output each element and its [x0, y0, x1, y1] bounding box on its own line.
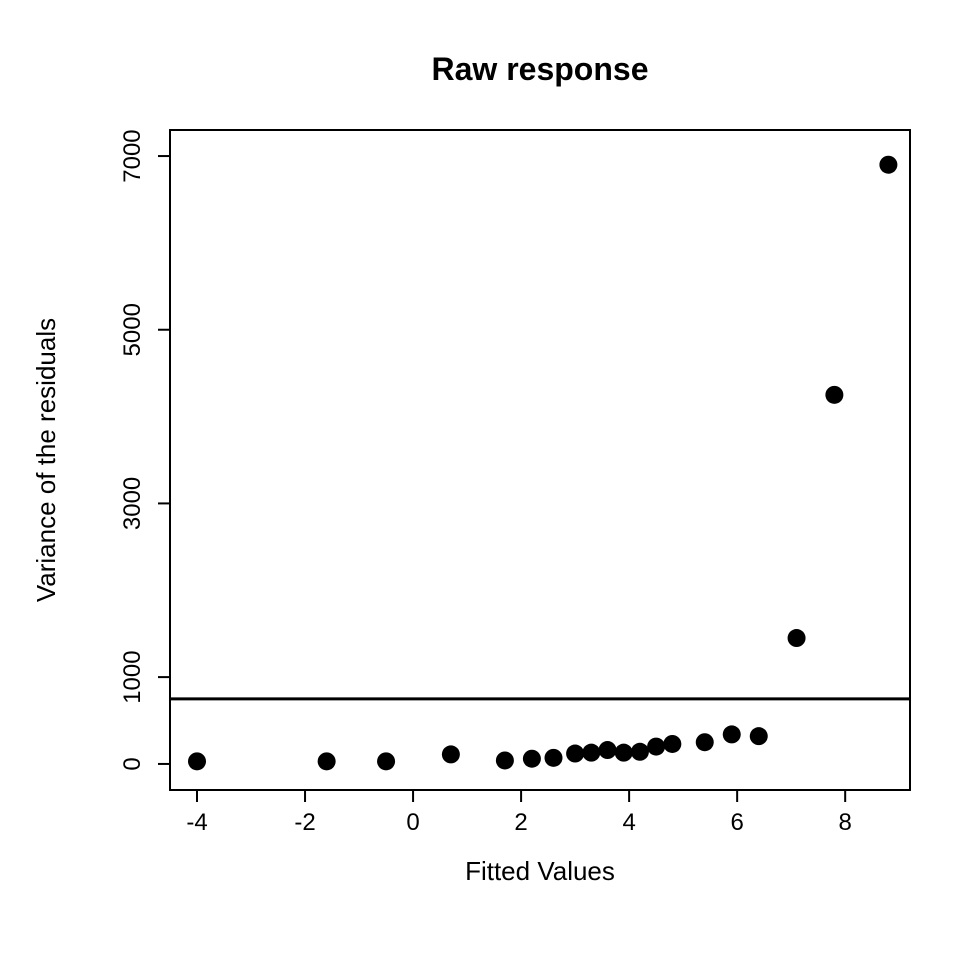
data-point [879, 156, 897, 174]
y-tick-label: 3000 [119, 477, 146, 530]
data-point [631, 743, 649, 761]
x-tick-label: -2 [294, 809, 315, 836]
data-point [723, 725, 741, 743]
data-point [545, 749, 563, 767]
data-point [750, 727, 768, 745]
data-point [523, 750, 541, 768]
chart-container: -4 -2 0 2 4 6 8 0 1000 3000 5000 7000 Raw response Fi… [0, 0, 960, 960]
x-tick-label: -4 [186, 809, 207, 836]
data-point [599, 741, 617, 759]
x-tick-label: 6 [730, 809, 743, 836]
x-axis-label: Fitted Values [465, 856, 615, 886]
data-point [615, 744, 633, 762]
y-tick-label: 1000 [119, 650, 146, 703]
plot-frame [170, 130, 910, 790]
data-point [582, 744, 600, 762]
x-tick-label: 2 [514, 809, 527, 836]
data-point [663, 735, 681, 753]
data-point [188, 752, 206, 770]
data-point [647, 738, 665, 756]
x-tick-label: 0 [406, 809, 419, 836]
data-point [696, 733, 714, 751]
data-point [788, 629, 806, 647]
x-tick-label: 4 [622, 809, 635, 836]
y-axis-label: Variance of the residuals [31, 318, 61, 602]
x-tick-label: 8 [839, 809, 852, 836]
data-point [377, 752, 395, 770]
chart-title: Raw response [432, 51, 649, 87]
data-point [496, 751, 514, 769]
data-point [825, 386, 843, 404]
y-tick-label: 5000 [119, 303, 146, 356]
y-tick-label: 0 [119, 757, 146, 770]
data-point [442, 745, 460, 763]
y-tick-label: 7000 [119, 129, 146, 182]
data-point [566, 745, 584, 763]
data-point [318, 752, 336, 770]
scatter-chart: -4 -2 0 2 4 6 8 0 1000 3000 5000 7000 Raw response Fi… [0, 0, 960, 960]
